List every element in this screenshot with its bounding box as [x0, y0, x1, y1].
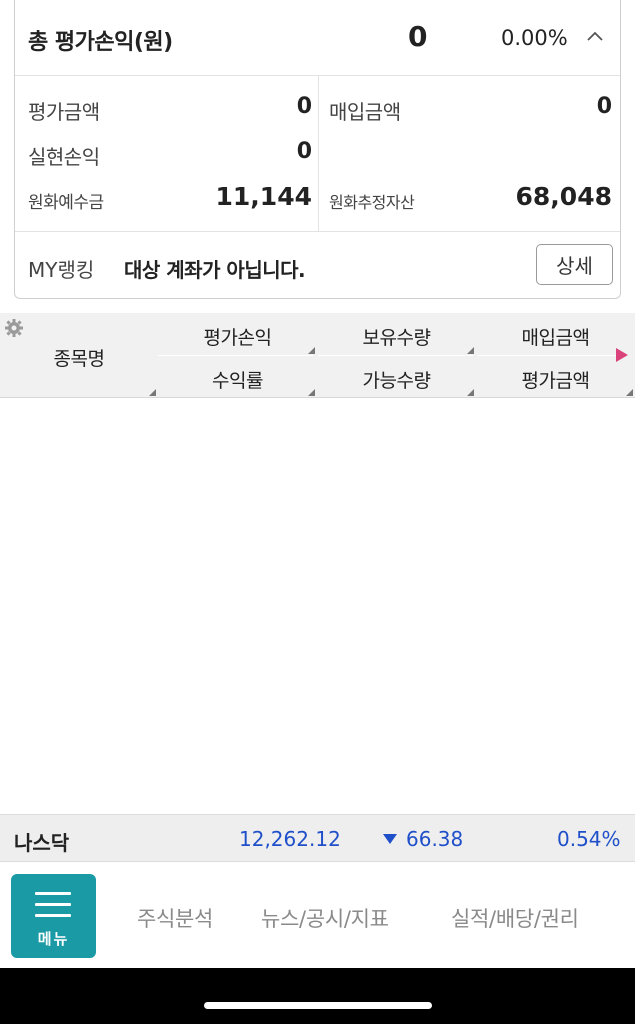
realized-profit-label: 실현손익 [28, 145, 100, 169]
holdings-list [0, 398, 635, 814]
index-change-rate: 0.54% [557, 827, 621, 851]
header-holding-qty[interactable]: 보유수량 [319, 323, 474, 350]
sort-corner-icon [308, 389, 315, 396]
header-row-divider [478, 355, 628, 356]
index-price: 12,262.12 [239, 827, 341, 851]
header-eval-profit[interactable]: 평가손익 [160, 323, 315, 350]
menu-label: 메뉴 [37, 930, 70, 948]
nav-earnings-dividends[interactable]: 실적/배당/권리 [451, 903, 579, 933]
detail-button[interactable]: 상세 [536, 244, 613, 285]
sort-corner-icon [308, 347, 315, 354]
krw-deposit-value: 11,144 [215, 182, 312, 211]
holdings-table-header: 종목명 평가손익 보유수량 매입금액 수익률 가능수량 평가금액 [0, 313, 635, 398]
purchase-amount-value: 0 [596, 94, 612, 119]
scroll-right-arrow-icon[interactable] [616, 348, 628, 362]
nav-news-disclosure[interactable]: 뉴스/공시/지표 [261, 903, 389, 933]
header-row-divider [158, 355, 313, 356]
my-ranking-label: MY랭킹 [28, 258, 95, 282]
total-profit-value: 0 [408, 20, 428, 53]
total-profit-rate: 0.00% [501, 26, 568, 50]
system-navigation-bar [0, 968, 635, 1024]
profit-summary-card: 총 평가손익(원) 0 0.00% 평가금액 0 매입금액 0 실현손익 0 원… [14, 0, 621, 299]
header-row-divider [318, 355, 473, 356]
krw-est-assets-value: 68,048 [515, 182, 612, 211]
eval-amount-value: 0 [296, 94, 312, 119]
eval-amount-label: 평가금액 [28, 100, 100, 124]
stock-name-header[interactable]: 종목명 [40, 344, 118, 371]
hamburger-icon [35, 892, 71, 925]
header-available-qty[interactable]: 가능수량 [319, 366, 474, 393]
header-return-rate[interactable]: 수익률 [160, 366, 315, 393]
header-eval-amount[interactable]: 평가금액 [478, 366, 633, 393]
summary-grid: 평가금액 0 매입금액 0 실현손익 0 원화예수금 11,144 원화추정자산… [15, 76, 620, 232]
realized-profit-value: 0 [296, 139, 312, 164]
home-indicator[interactable] [204, 1002, 432, 1009]
gear-icon[interactable] [4, 318, 24, 338]
sort-corner-icon [149, 389, 156, 396]
krw-deposit-label: 원화예수금 [28, 193, 104, 213]
down-arrow-icon [383, 834, 397, 844]
bottom-navigation: 메뉴 주식분석 뉴스/공시/지표 실적/배당/권리 [0, 863, 635, 968]
header-purchase-amount[interactable]: 매입금액 [478, 323, 633, 350]
sort-corner-icon [467, 347, 474, 354]
total-profit-title: 총 평가손익(원) [28, 30, 173, 55]
menu-button[interactable]: 메뉴 [11, 874, 96, 958]
summary-header[interactable]: 총 평가손익(원) 0 0.00% [15, 0, 620, 76]
my-ranking-status: 대상 계좌가 아닙니다. [124, 258, 306, 282]
nav-stock-analysis[interactable]: 주식분석 [137, 903, 213, 933]
purchase-amount-label: 매입금액 [329, 100, 401, 124]
index-ticker[interactable]: 나스닥 12,262.12 66.38 0.54% [0, 814, 635, 862]
index-change: 66.38 [406, 827, 464, 851]
sort-corner-icon [626, 389, 633, 396]
column-divider [318, 76, 319, 232]
my-ranking-row: MY랭킹 대상 계좌가 아닙니다. 상세 [15, 232, 620, 298]
chevron-up-icon[interactable] [585, 28, 605, 44]
index-name: 나스닥 [14, 831, 70, 855]
sort-corner-icon [467, 389, 474, 396]
krw-est-assets-label: 원화추정자산 [329, 193, 415, 212]
